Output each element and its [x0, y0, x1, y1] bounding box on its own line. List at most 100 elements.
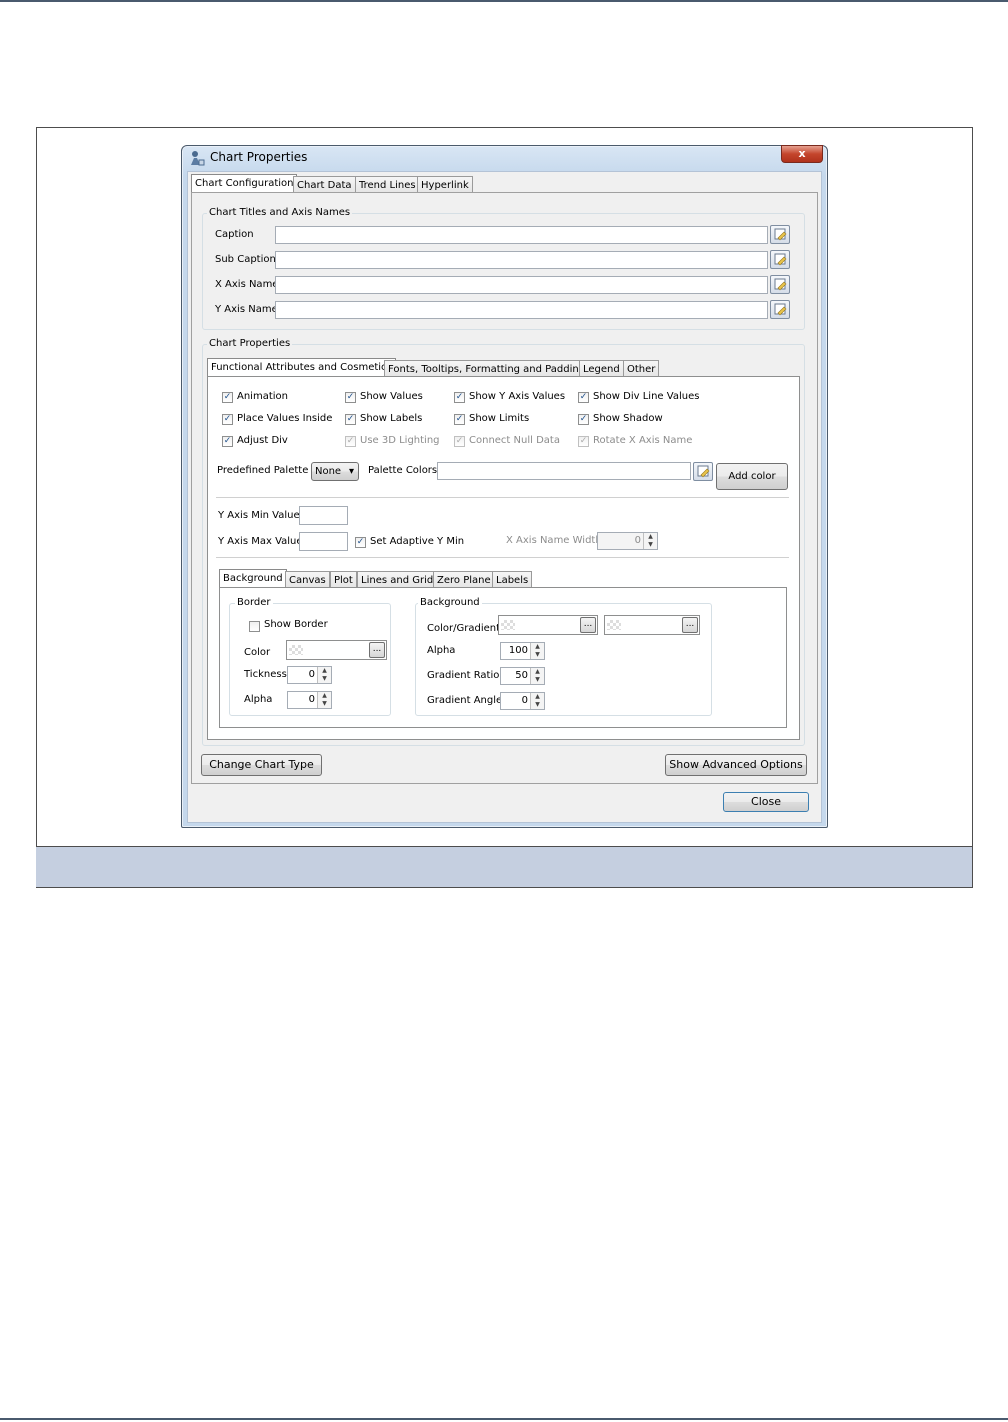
spin-down-icon[interactable]: ▼	[644, 541, 657, 549]
sub-caption-input[interactable]	[275, 251, 768, 269]
tab-functional-attributes[interactable]: Functional Attributes and Cosmetics	[207, 358, 396, 377]
x-axis-name-width-value: 0	[634, 535, 641, 546]
spin-down-icon[interactable]: ▼	[531, 676, 544, 684]
tab-hyperlink[interactable]: Hyperlink	[417, 176, 473, 193]
x-axis-name-edit-button[interactable]	[770, 275, 790, 294]
app-icon	[189, 150, 205, 166]
gradient-color-2-browse-button[interactable]: ...	[682, 617, 698, 633]
tab-lines-and-grid[interactable]: Lines and Grid	[357, 571, 438, 588]
border-thickness-spinner[interactable]: 0 ▲ ▼	[287, 666, 332, 684]
place-values-inside-checkbox[interactable]: ✓	[222, 414, 233, 425]
gradient-angle-value: 0	[521, 695, 528, 706]
border-color-picker[interactable]: ...	[286, 640, 387, 660]
border-alpha-value: 0	[308, 694, 315, 705]
spin-up-icon[interactable]: ▲	[318, 692, 331, 700]
palette-colors-input[interactable]	[437, 462, 691, 480]
spin-down-icon[interactable]: ▼	[531, 701, 544, 709]
background-alpha-spinner[interactable]: 100 ▲ ▼	[500, 642, 545, 660]
connect-null-data-checkbox[interactable]: ✓	[454, 436, 465, 447]
predefined-palette-label: Predefined Palette	[217, 465, 309, 476]
y-axis-min-input[interactable]	[299, 506, 348, 525]
gradient-angle-label: Gradient Angle	[427, 695, 503, 706]
tab-labels[interactable]: Labels	[492, 571, 533, 588]
color-gradient-label: Color/Gradient	[427, 623, 501, 634]
spin-up-icon[interactable]: ▲	[531, 668, 544, 676]
spin-up-icon[interactable]: ▲	[531, 693, 544, 701]
close-button[interactable]: Close	[723, 792, 809, 812]
tab-canvas[interactable]: Canvas	[285, 571, 330, 588]
border-alpha-spinner[interactable]: 0 ▲ ▼	[287, 691, 332, 709]
spin-down-icon[interactable]: ▼	[318, 675, 331, 683]
border-group-title: Border	[235, 597, 273, 608]
change-chart-type-button[interactable]: Change Chart Type	[201, 754, 322, 776]
gradient-ratio-value: 50	[515, 670, 528, 681]
palette-colors-edit-button[interactable]	[693, 462, 713, 481]
edit-icon	[774, 278, 787, 291]
tab-chart-data[interactable]: Chart Data	[293, 176, 356, 193]
tab-zero-plane[interactable]: Zero Plane	[433, 571, 495, 588]
show-y-axis-values-checkbox[interactable]: ✓	[454, 392, 465, 403]
edit-icon	[774, 253, 787, 266]
gradient-ratio-spinner[interactable]: 50 ▲ ▼	[500, 667, 545, 685]
edit-icon	[697, 465, 710, 478]
show-div-line-values-checkbox[interactable]: ✓	[578, 392, 589, 403]
gradient-color-1-picker[interactable]: ...	[498, 615, 598, 635]
border-thickness-value: 0	[308, 669, 315, 680]
color-swatch	[607, 620, 621, 630]
show-values-checkbox[interactable]: ✓	[345, 392, 356, 403]
connect-null-data-label: Connect Null Data	[469, 435, 560, 446]
show-y-axis-values-label: Show Y Axis Values	[469, 391, 566, 402]
y-axis-min-label: Y Axis Min Value	[218, 510, 300, 521]
spin-up-icon[interactable]: ▲	[318, 667, 331, 675]
show-labels-checkbox[interactable]: ✓	[345, 414, 356, 425]
gradient-angle-spinner[interactable]: 0 ▲ ▼	[500, 692, 545, 710]
edit-icon	[774, 303, 787, 316]
tab-other[interactable]: Other	[623, 360, 660, 377]
tab-trend-lines[interactable]: Trend Lines	[355, 176, 420, 193]
show-shadow-checkbox[interactable]: ✓	[578, 414, 589, 425]
predefined-palette-select[interactable]: None ▾	[311, 462, 359, 481]
x-axis-name-width-spinner[interactable]: 0 ▲ ▼	[597, 532, 658, 550]
page-bottom-rule	[0, 1418, 1008, 1420]
show-labels-label: Show Labels	[360, 413, 423, 424]
caption-input[interactable]	[275, 226, 768, 244]
animation-label: Animation	[237, 391, 288, 402]
y-axis-name-label: Y Axis Name	[215, 304, 278, 315]
tab-fonts-tooltips[interactable]: Fonts, Tooltips, Formatting and Padding	[384, 360, 590, 377]
tab-chart-configuration[interactable]: Chart Configuration	[191, 174, 298, 193]
figure-caption-bar	[36, 846, 972, 887]
show-border-checkbox[interactable]	[249, 621, 260, 632]
x-axis-name-input[interactable]	[275, 276, 768, 294]
y-axis-max-input[interactable]	[299, 532, 348, 551]
tab-legend[interactable]: Legend	[579, 360, 624, 377]
x-axis-name-width-label: X Axis Name Width	[506, 535, 602, 546]
add-color-button[interactable]: Add color	[716, 463, 788, 490]
caption-label: Caption	[215, 229, 254, 240]
spin-down-icon[interactable]: ▼	[318, 700, 331, 708]
spin-down-icon[interactable]: ▼	[531, 651, 544, 659]
spin-up-icon[interactable]: ▲	[531, 643, 544, 651]
tab-plot[interactable]: Plot	[330, 571, 357, 588]
use-3d-lighting-checkbox[interactable]: ✓	[345, 436, 356, 447]
show-advanced-options-button[interactable]: Show Advanced Options	[665, 754, 807, 776]
adjust-div-checkbox[interactable]: ✓	[222, 436, 233, 447]
spin-up-icon[interactable]: ▲	[644, 533, 657, 541]
tab-background[interactable]: Background	[219, 569, 287, 588]
window-title: Chart Properties	[210, 150, 308, 164]
gradient-color-2-picker[interactable]: ...	[604, 615, 700, 635]
border-color-browse-button[interactable]: ...	[369, 642, 385, 658]
y-axis-max-label: Y Axis Max Value	[218, 536, 303, 547]
sub-caption-edit-button[interactable]	[770, 250, 790, 269]
caption-edit-button[interactable]	[770, 225, 790, 244]
window-close-button[interactable]: x	[781, 145, 823, 163]
edit-icon	[774, 228, 787, 241]
gradient-color-1-browse-button[interactable]: ...	[580, 617, 596, 633]
show-limits-label: Show Limits	[469, 413, 530, 424]
set-adaptive-y-min-checkbox[interactable]: ✓	[355, 537, 366, 548]
animation-checkbox[interactable]: ✓	[222, 392, 233, 403]
border-alpha-label: Alpha	[244, 694, 273, 705]
show-limits-checkbox[interactable]: ✓	[454, 414, 465, 425]
rotate-x-axis-name-checkbox[interactable]: ✓	[578, 436, 589, 447]
y-axis-name-input[interactable]	[275, 301, 768, 319]
y-axis-name-edit-button[interactable]	[770, 300, 790, 319]
